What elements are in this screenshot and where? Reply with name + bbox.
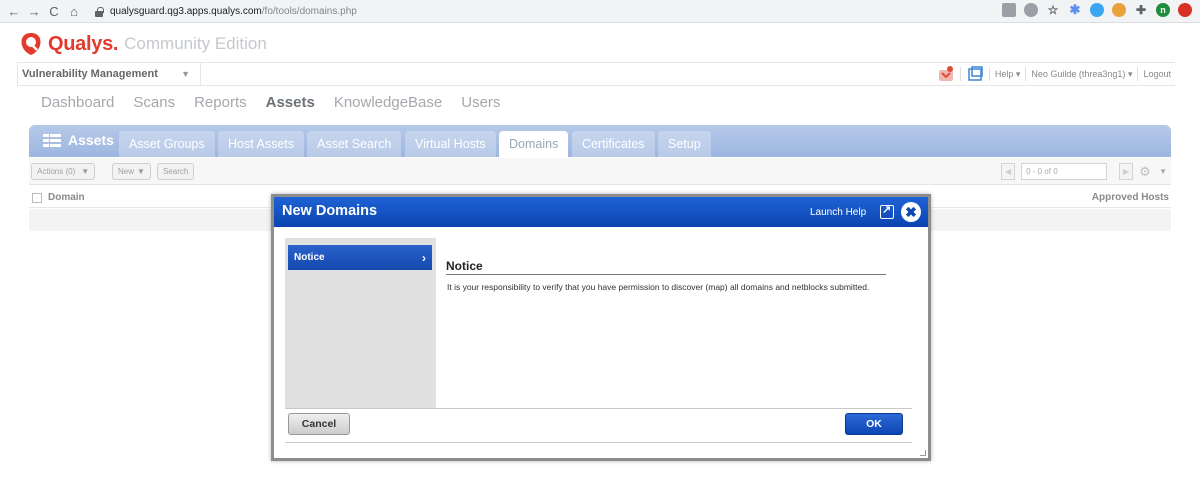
notice-text: It is your responsibility to verify that… [447,282,870,292]
tab-host-assets[interactable]: Host Assets [218,131,304,157]
column-approved-hosts[interactable]: Approved Hosts [1092,192,1169,203]
tab-asset-search[interactable]: Asset Search [307,131,402,157]
qualys-logo[interactable]: Qualys. Community Edition [20,32,267,56]
dialog-footer: Cancel OK [285,408,912,443]
gear-icon[interactable]: ⚙ [1139,164,1153,179]
module-bar: Vulnerability Management ▼ Help ▾ Neo Gu… [17,62,1175,86]
nav-reports[interactable]: Reports [194,94,247,111]
extension-red-icon[interactable] [1178,3,1192,17]
lock-icon [94,6,104,17]
tab-domains[interactable]: Domains [499,131,569,157]
pager: ◀ 0 - 0 of 0 ▶ ⚙ ▼ [1001,163,1167,180]
extension-color-icon[interactable] [1112,3,1126,17]
dialog-sidebar: Notice › [285,238,436,408]
actions-button[interactable]: Actions (0) ▼ [31,163,96,180]
sidebar-item-label: Notice [294,252,325,263]
dialog-header: New Domains Launch Help ✖ [274,197,928,227]
module-selector[interactable]: Vulnerability Management ▼ [17,63,201,85]
star-icon[interactable]: ☆ [1046,3,1060,17]
divider [959,67,961,81]
column-domain[interactable]: Domain [48,192,85,203]
url-host: qualysguard.qg3.apps.qualys.com [110,6,262,17]
sidebar-item-notice[interactable]: Notice › [288,245,432,270]
list-grid-icon [43,133,61,147]
chevron-down-icon: ▼ [81,167,90,176]
extension-icons: ☆ ✱ ✚ n [1002,2,1192,17]
notification-icon[interactable] [937,66,955,82]
close-button[interactable]: ✖ [901,202,921,222]
help-label: Help [994,68,1014,79]
new-button[interactable]: New ▼ [112,163,151,180]
divider [1137,67,1139,81]
pager-range[interactable]: 0 - 0 of 0 [1021,163,1108,180]
nav-dashboard[interactable]: Dashboard [41,94,114,111]
user-menu[interactable]: Neo Guilde (threa3ng1) ▾ [1031,69,1132,80]
actions-label: Actions (0) [37,167,76,176]
address-bar[interactable]: qualysguard.qg3.apps.qualys.com/fo/tools… [94,2,994,21]
puzzle-icon[interactable]: ✚ [1134,3,1148,17]
top-right-menu: Help ▾ Neo Guilde (threa3ng1) ▾ Logout [937,63,1175,85]
help-menu[interactable]: Help ▾ [995,69,1021,80]
cancel-button[interactable]: Cancel [288,413,350,435]
nav-assets[interactable]: Assets [266,94,315,111]
next-page-icon[interactable]: ▶ [1119,163,1134,180]
assets-title-label: Assets [68,132,114,148]
chevron-right-icon: › [422,250,426,265]
back-icon[interactable]: ← [6,3,22,19]
brand-edition: Community Edition [124,34,267,53]
module-selected: Vulnerability Management [22,68,158,80]
user-label: Neo Guilde (threa3ng1) [1031,68,1126,79]
list-toolbar: Actions (0) ▼ New ▼ Search ◀ 0 - 0 of 0 … [29,158,1171,185]
tab-setup[interactable]: Setup [658,131,711,157]
notice-heading: Notice [446,259,886,275]
ok-button[interactable]: OK [845,413,903,435]
logout-link[interactable]: Logout [1143,69,1171,79]
forward-icon[interactable]: → [26,3,42,19]
shield-logo-icon [20,32,42,56]
launch-help-link[interactable]: Launch Help [810,207,866,218]
extension-circle-icon[interactable] [1090,3,1104,17]
extension-asterisk-icon[interactable]: ✱ [1068,2,1082,17]
assets-tab-strip: Assets Asset Groups Host Assets Asset Se… [29,125,1171,157]
translate-icon[interactable] [1002,3,1016,17]
divider [1025,67,1027,81]
prev-page-icon[interactable]: ◀ [1001,163,1016,180]
profile-avatar[interactable]: n [1156,3,1170,17]
chevron-down-icon: ▼ [137,167,145,176]
new-label: New [118,167,135,176]
tab-certificates[interactable]: Certificates [572,131,655,157]
reload-icon[interactable]: C [46,3,62,19]
nav-scans[interactable]: Scans [133,94,175,111]
nav-knowledgebase[interactable]: KnowledgeBase [334,94,442,111]
chevron-down-icon: ▼ [181,69,190,79]
tab-virtual-hosts[interactable]: Virtual Hosts [405,131,496,157]
browser-toolbar: ← → C ⌂ qualysguard.qg3.apps.qualys.com /… [0,0,1200,23]
popout-icon[interactable] [880,203,894,219]
home-icon[interactable]: ⌂ [66,3,82,19]
assets-title: Assets [43,132,114,148]
zoom-icon[interactable] [1024,3,1038,17]
tab-asset-groups[interactable]: Asset Groups [119,131,215,157]
workspace-icon[interactable] [966,66,984,82]
url-path: /fo/tools/domains.php [261,6,357,17]
main-nav: Dashboard Scans Reports Assets Knowledge… [41,94,500,111]
select-all-checkbox[interactable] [32,193,42,203]
divider [988,67,990,81]
search-button[interactable]: Search [157,163,195,180]
nav-users[interactable]: Users [461,94,500,111]
close-icon: ✖ [905,204,917,220]
dialog-title: New Domains [282,203,378,219]
brand-name: Qualys. [48,32,119,55]
chevron-down-icon[interactable]: ▼ [1159,167,1167,176]
new-domains-dialog: New Domains Launch Help ✖ Notice › Notic… [271,194,931,461]
resize-handle[interactable] [920,450,926,456]
